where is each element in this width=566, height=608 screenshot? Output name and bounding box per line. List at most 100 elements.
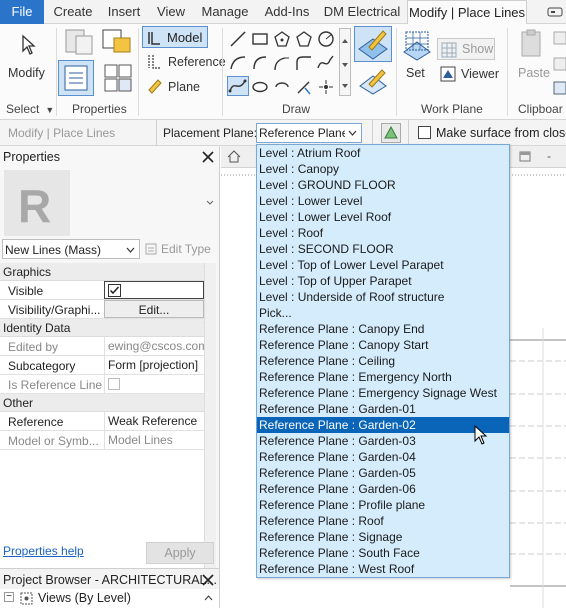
tab-insert[interactable]: Insert [102,0,146,24]
dropdown-option[interactable]: Reference Plane : Profile plane [257,497,509,513]
tab-create[interactable]: Create [48,0,98,24]
cut-icon[interactable] [552,30,566,46]
circle-tool-icon[interactable] [317,30,335,48]
dropdown-option[interactable]: Reference Plane : Roof [257,513,509,529]
section-identity-data[interactable]: Identity Data ⌃ [0,319,216,337]
dropdown-option[interactable]: Reference Plane : Garden-04 [257,449,509,465]
plane-button[interactable]: Plane [168,80,200,94]
dropdown-option[interactable]: Reference Plane : Emergency Signage West [257,385,509,401]
show-work-plane-button[interactable]: Show [437,38,495,60]
rectangle-tool-icon[interactable] [251,30,269,48]
tab-modify-place-lines[interactable]: Modify | Place Lines [407,0,527,25]
dropdown-option[interactable]: Level : Atrium Roof [257,145,509,161]
reference-line-icon[interactable] [146,53,164,71]
section-other[interactable]: Other ⌃ [0,394,216,412]
spline-through-points-button[interactable] [227,76,249,96]
dropdown-option[interactable]: Reference Plane : Garden-03 [257,433,509,449]
dropdown-option[interactable]: Reference Plane : Canopy End [257,321,509,337]
dropdown-option[interactable]: Level : Underside of Roof structure [257,289,509,305]
dropdown-option[interactable]: Reference Plane : Garden-01 [257,401,509,417]
point-element-icon[interactable] [317,78,335,96]
center-ends-arc-icon[interactable] [251,54,269,72]
spline-tool-icon[interactable] [317,54,335,72]
chevron-down-icon[interactable] [206,200,214,205]
placement-plane-select[interactable]: Reference Plane [256,123,362,143]
dropdown-option[interactable]: Reference Plane : Emergency North [257,369,509,385]
viewer-button[interactable]: Viewer [461,67,499,81]
edit-type-button[interactable]: Edit Type [143,239,215,259]
minimize-icon[interactable]: - [547,149,551,163]
dropdown-option[interactable]: Reference Plane : Ceiling [257,353,509,369]
chevron-up-icon[interactable] [204,595,213,601]
partial-ellipse-icon[interactable] [273,78,291,96]
modify-button[interactable]: Modify [8,66,45,80]
view-tile-icon[interactable] [519,151,531,162]
is-reference-checkbox[interactable] [108,378,120,390]
plane-icon[interactable] [146,77,164,95]
draw-on-face-button[interactable] [354,26,392,62]
properties-help-link[interactable]: Properties help [3,544,84,558]
dropdown-option[interactable]: Level : Lower Level [257,193,509,209]
tab-dm-electrical[interactable]: DM Electrical [322,0,402,24]
ribbon-toggle-icon[interactable] [544,0,566,24]
section-graphics[interactable]: Graphics ⌃ [0,263,216,281]
dropdown-option[interactable]: Level : Lower Level Roof [257,209,509,225]
dropdown-option[interactable]: Reference Plane : Garden-02 [257,417,509,433]
dropdown-option[interactable]: Reference Plane : Garden-05 [257,465,509,481]
circumscribed-polygon-icon[interactable] [295,30,313,48]
paste-button[interactable]: Paste [518,66,550,80]
tab-add-ins[interactable]: Add-Ins [259,0,315,24]
model-line-button[interactable]: Model [142,26,208,48]
views-by-level-item[interactable]: Views (By Level) [38,591,131,605]
dropdown-option[interactable]: Level : SECOND FLOOR [257,241,509,257]
dropdown-option[interactable]: Reference Plane : South Face [257,545,509,561]
set-button[interactable]: Set [406,66,425,80]
ellipse-tool-icon[interactable] [251,78,269,96]
make-surface-checkbox[interactable] [418,126,431,139]
viewer-icon[interactable] [440,66,456,82]
tangent-arc-icon[interactable] [273,54,291,72]
dropdown-option[interactable]: Reference Plane : Garden-06 [257,481,509,497]
tab-view[interactable]: View [152,0,190,24]
type-selector-icon[interactable] [102,62,134,94]
visibility-edit-button[interactable]: Edit... [104,300,204,318]
dropdown-option[interactable]: Reference Plane : Canopy Start [257,337,509,353]
dropdown-option[interactable]: Level : Top of Lower Level Parapet [257,257,509,273]
dropdown-option[interactable]: Level : Top of Upper Parapet [257,273,509,289]
close-icon[interactable] [202,574,214,586]
collapse-toggle-icon[interactable]: − [4,592,14,602]
inscribed-polygon-icon[interactable] [273,30,291,48]
pick-plane-button[interactable] [381,123,401,143]
home-icon[interactable] [227,150,241,163]
paste-icon[interactable] [519,28,543,60]
properties-toggle-button[interactable] [58,60,94,96]
draw-gallery-scroller[interactable] [339,28,351,96]
type-properties-icon[interactable] [64,28,96,56]
fillet-arc-icon[interactable] [295,54,313,72]
reference-value[interactable]: Weak Reference [104,412,216,430]
dropdown-option[interactable]: Level : GROUND FLOOR [257,177,509,193]
type-selector-dropdown[interactable]: New Lines (Mass) [2,239,140,259]
copy-icon[interactable] [552,56,566,72]
tab-file[interactable]: File [0,0,44,24]
pick-lines-icon[interactable] [295,78,313,96]
tab-manage[interactable]: Manage [197,0,253,24]
line-tool-icon[interactable] [229,30,247,48]
panel-select-label[interactable]: Select ▼ [6,102,54,116]
set-work-plane-icon[interactable] [400,28,434,62]
match-properties-icon[interactable] [552,80,566,96]
dropdown-option[interactable]: Pick... [257,305,509,321]
dropdown-option[interactable]: Reference Plane : West Roof [257,561,509,577]
visible-checkbox[interactable] [108,284,121,297]
placement-plane-dropdown-list[interactable]: Level : Atrium Roof Level : Canopy Level :… [256,144,510,578]
reference-button[interactable]: Reference [168,55,226,69]
family-types-icon[interactable] [100,28,134,56]
draw-on-face-icon[interactable] [356,66,390,96]
dropdown-option[interactable]: Reference Plane : Signage [257,529,509,545]
close-icon[interactable] [202,151,214,163]
dropdown-option[interactable]: Level : Canopy [257,161,509,177]
start-end-arc-icon[interactable] [229,54,247,72]
apply-button[interactable]: Apply [146,542,214,564]
subcategory-value[interactable]: Form [projection] [104,356,216,374]
dropdown-option[interactable]: Level : Roof [257,225,509,241]
